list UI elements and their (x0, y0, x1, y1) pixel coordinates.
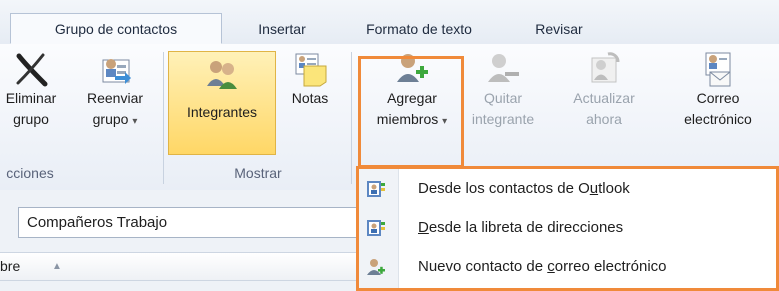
delete-group-button[interactable]: Eliminar grupo (0, 50, 68, 130)
tab-insertar[interactable]: Insertar (232, 14, 332, 44)
remove-member-label-2: integrante (471, 111, 535, 127)
group-name-field[interactable]: Compañeros Trabajo (18, 207, 358, 238)
notes-label: Notas (291, 90, 329, 106)
forward-group-label-1: Reenviar (86, 90, 144, 106)
group-label-mostrar: Mostrar (234, 165, 282, 181)
name-column-header[interactable]: bre ▲ (0, 252, 360, 281)
forward-icon (97, 50, 133, 88)
tab-grupo-de-contactos[interactable]: Grupo de contactos (10, 13, 222, 44)
notes-button[interactable]: Notas (280, 50, 340, 109)
chevron-down-icon: ▾ (132, 116, 138, 127)
members-label: Integrantes (186, 104, 258, 120)
email-label-2: electrónico (684, 111, 752, 127)
more-button-clipped[interactable] (772, 50, 779, 109)
members-icon (204, 56, 240, 94)
forward-group-button[interactable]: Reenviar grupo ▾ (72, 50, 158, 132)
email-label-1: Correo (696, 90, 740, 106)
delete-x-icon (13, 50, 49, 88)
refresh-members-button[interactable]: Actualizar ahora (556, 50, 652, 130)
notes-icon (292, 50, 328, 88)
group-separator (351, 52, 352, 184)
refresh-members-icon (586, 50, 622, 88)
refresh-members-label-1: Actualizar (573, 90, 635, 106)
remove-member-label-1: Quitar (483, 90, 523, 106)
refresh-members-label-2: ahora (586, 111, 622, 127)
forward-group-label-2: grupo (92, 111, 129, 127)
annotation-highlight-add-members (358, 56, 464, 168)
delete-group-label-2: grupo (13, 111, 49, 127)
group-separator (163, 52, 164, 184)
tab-revisar[interactable]: Revisar (514, 14, 604, 44)
sort-ascending-icon: ▲ (52, 261, 62, 272)
group-label-acciones: cciones (6, 165, 54, 181)
ribbon-tab-bar: Grupo de contactos Insertar Formato de t… (0, 0, 779, 45)
remove-member-icon (485, 50, 521, 88)
delete-group-label-1: Eliminar (5, 90, 57, 106)
email-icon (700, 50, 736, 88)
members-button[interactable]: Integrantes (168, 51, 276, 155)
name-column-label: bre (0, 258, 21, 274)
tab-formato-de-texto[interactable]: Formato de texto (344, 14, 494, 44)
annotation-highlight-dropdown (356, 166, 779, 291)
email-button[interactable]: Correo electrónico (668, 50, 768, 130)
remove-member-button[interactable]: Quitar integrante (462, 50, 544, 130)
